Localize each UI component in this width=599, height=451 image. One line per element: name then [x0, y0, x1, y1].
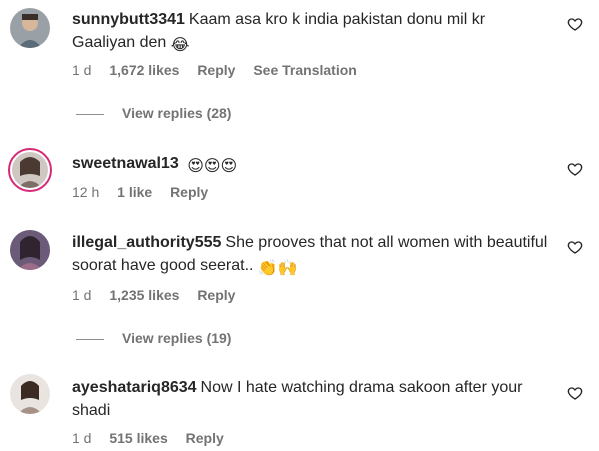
view-replies-button[interactable]: View replies (19): [76, 330, 231, 346]
avatar[interactable]: [10, 230, 50, 270]
heart-outline-icon[interactable]: [567, 161, 583, 177]
heart-outline-icon[interactable]: [567, 385, 583, 401]
view-replies-label: View replies (19): [122, 330, 232, 346]
reply-button[interactable]: Reply: [186, 430, 224, 446]
comment-text: sunnybutt3341 Kaam asa kro k india pakist…: [72, 8, 552, 57]
username[interactable]: sweetnawal13: [72, 155, 179, 172]
avatar: [12, 152, 48, 188]
comment-text: ayeshatariq8634 Now I hate watching drama…: [72, 376, 552, 422]
comment-text: illegal_authority555 She prooves that not…: [72, 231, 552, 280]
comment-meta: 1 d 1,672 likes Reply See Translation: [72, 62, 371, 78]
timestamp: 1 d: [72, 430, 92, 446]
heart-eyes-emoji: 😍😍😍: [187, 158, 238, 175]
comment-meta: 12 h 1 like Reply: [72, 184, 222, 200]
divider: [76, 113, 104, 115]
comment-meta: 1 d 1,235 likes Reply: [72, 287, 249, 303]
avatar-story-ring[interactable]: [8, 148, 52, 192]
likes-count[interactable]: 515 likes: [109, 430, 167, 446]
divider: [76, 338, 104, 340]
timestamp: 12 h: [72, 184, 100, 200]
view-replies-label: View replies (28): [122, 105, 232, 121]
likes-count[interactable]: 1 like: [117, 184, 152, 200]
heart-outline-icon[interactable]: [567, 16, 583, 32]
heart-outline-icon[interactable]: [567, 239, 583, 255]
likes-count[interactable]: 1,672 likes: [109, 62, 179, 78]
see-translation-button[interactable]: See Translation: [253, 62, 356, 78]
reply-button[interactable]: Reply: [170, 184, 208, 200]
avatar[interactable]: [10, 374, 50, 414]
username[interactable]: illegal_authority555: [72, 234, 221, 251]
username[interactable]: ayeshatariq8634: [72, 379, 197, 396]
reply-button[interactable]: Reply: [197, 287, 235, 303]
reply-button[interactable]: Reply: [197, 62, 235, 78]
laughing-emoji: 😂: [170, 37, 190, 54]
clap-hands-emoji: 👏🙌: [257, 260, 298, 277]
avatar[interactable]: [10, 8, 50, 48]
timestamp: 1 d: [72, 62, 92, 78]
comment-meta: 1 d 515 likes Reply: [72, 430, 238, 446]
comment-text: sweetnawal13 😍😍😍: [72, 152, 552, 178]
timestamp: 1 d: [72, 287, 92, 303]
username[interactable]: sunnybutt3341: [72, 11, 185, 28]
view-replies-button[interactable]: View replies (28): [76, 105, 231, 121]
likes-count[interactable]: 1,235 likes: [109, 287, 179, 303]
